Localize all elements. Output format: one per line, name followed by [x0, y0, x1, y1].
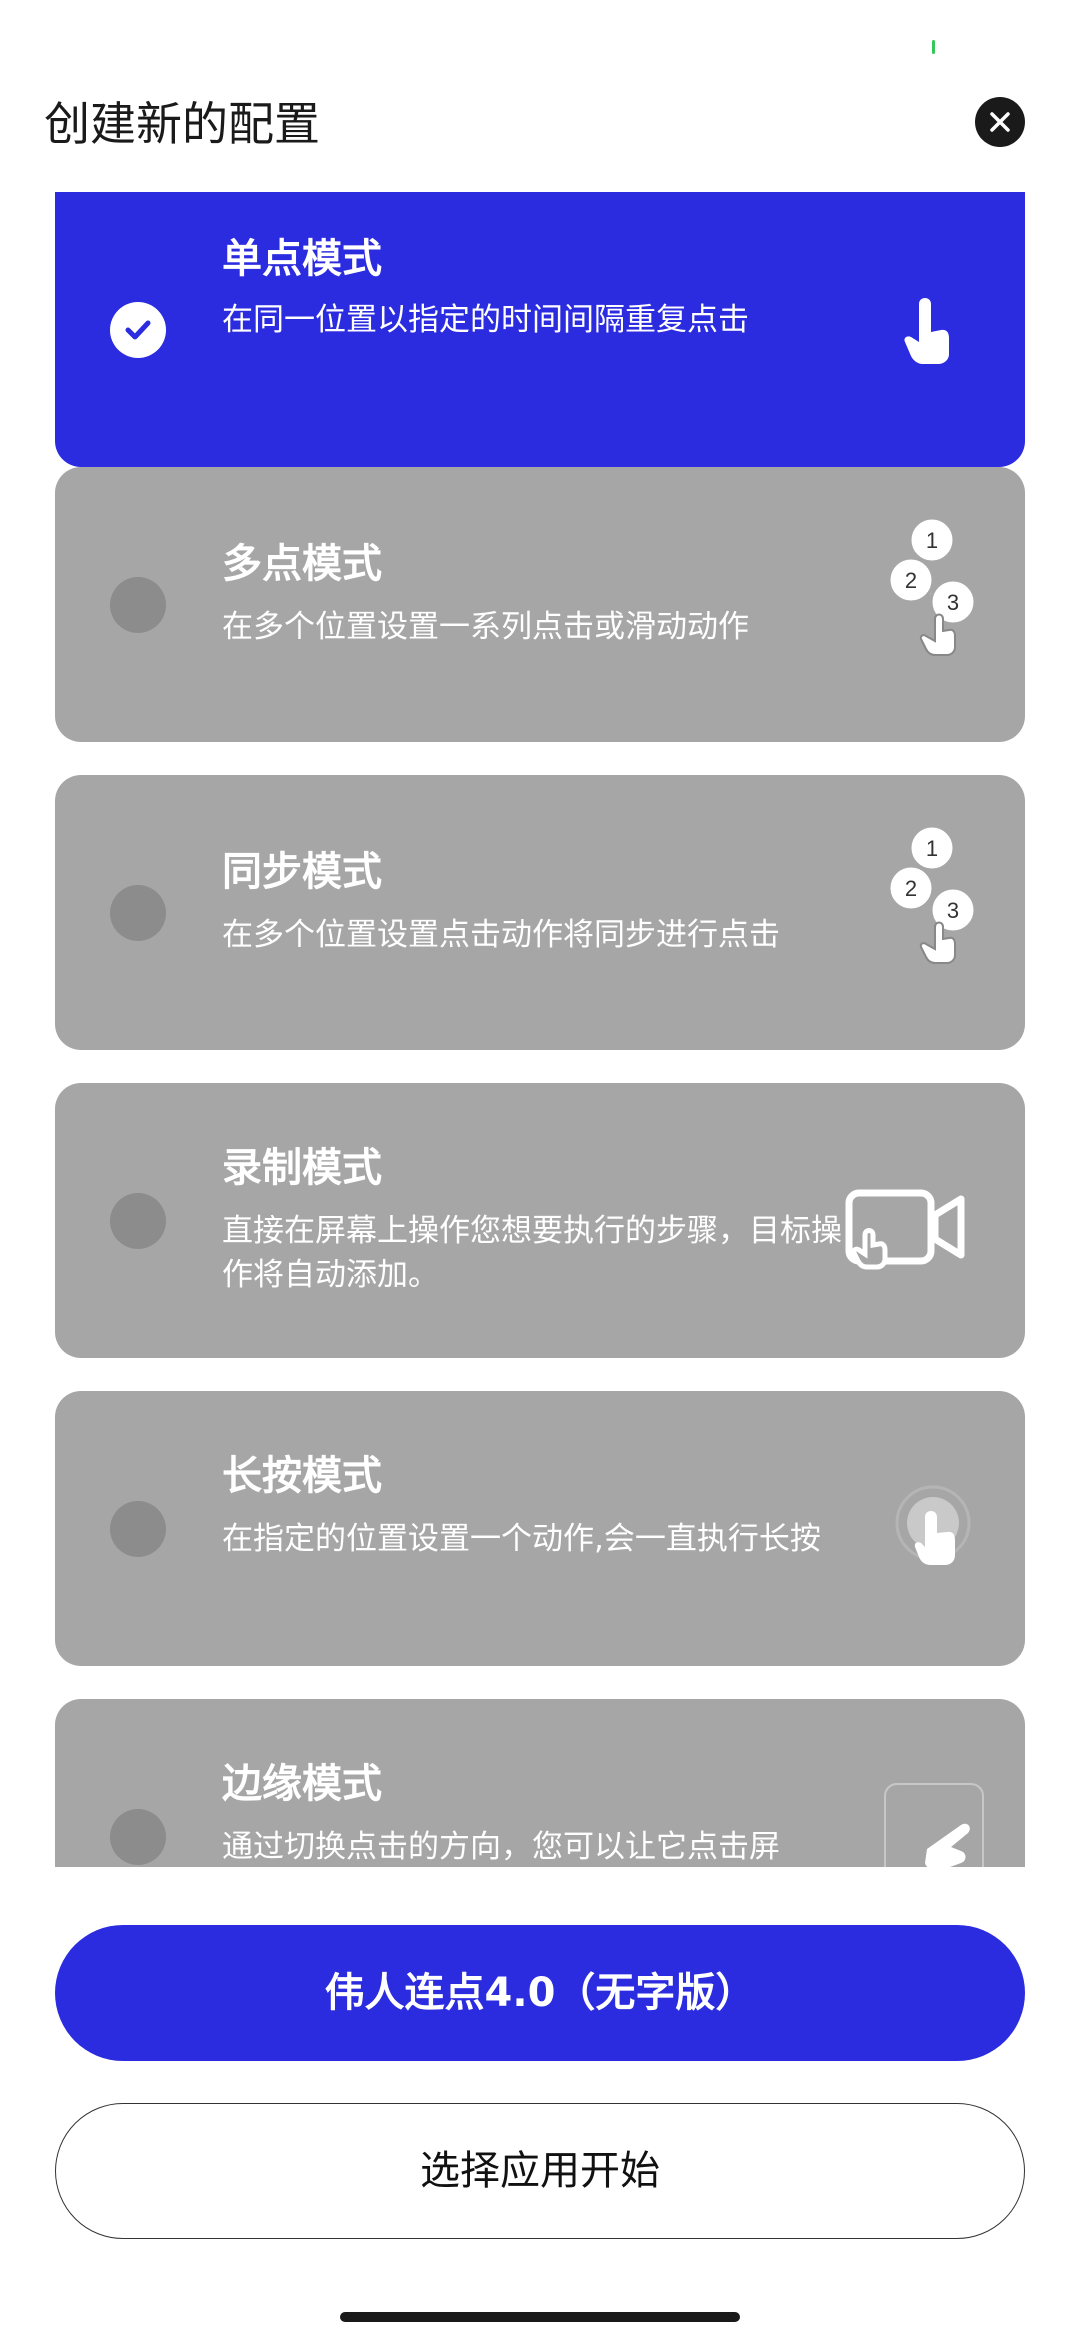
svg-text:2: 2 [905, 568, 917, 593]
multi-tap-icon: 1 2 3 [887, 516, 977, 656]
primary-action-button[interactable]: 伟人连点4.0（无字版） [55, 1925, 1025, 2061]
mode-description: 在多个位置设置点击动作将同步进行点击 [222, 917, 780, 953]
mode-title: 同步模式 [222, 849, 382, 895]
mode-title: 长按模式 [222, 1453, 382, 1499]
mode-description: 在同一位置以指定的时间间隔重复点击 [222, 302, 749, 338]
mode-description: 直接在屏幕上操作您想要执行的步骤，目标操作将自动添加。 [222, 1213, 842, 1293]
svg-text:2: 2 [905, 876, 917, 901]
radio-unselected[interactable] [110, 1193, 166, 1249]
svg-text:3: 3 [947, 590, 959, 615]
mode-card-sync[interactable]: 同步模式 在多个位置设置点击动作将同步进行点击 1 2 3 [55, 775, 1025, 1050]
close-icon [990, 112, 1010, 132]
mode-card-edge[interactable]: 边缘模式 通过切换点击的方向，您可以让它点击屏 [55, 1699, 1025, 1867]
radio-unselected[interactable] [110, 577, 166, 633]
mode-card-record[interactable]: 录制模式 直接在屏幕上操作您想要执行的步骤，目标操作将自动添加。 [55, 1083, 1025, 1358]
mode-title: 边缘模式 [222, 1761, 382, 1807]
sync-tap-icon: 1 2 3 [887, 824, 977, 964]
mode-title: 单点模式 [222, 236, 382, 282]
choose-app-button[interactable]: 选择应用开始 [55, 2103, 1025, 2239]
home-indicator[interactable] [340, 2312, 740, 2322]
mode-description: 在指定的位置设置一个动作,会一直执行长按 [222, 1521, 821, 1557]
radio-unselected[interactable] [110, 885, 166, 941]
page-title: 创建新的配置 [44, 97, 320, 151]
mode-card-single[interactable]: 单点模式 在同一位置以指定的时间间隔重复点击 [55, 192, 1025, 467]
single-tap-icon [904, 298, 949, 364]
mode-card-long-press[interactable]: 长按模式 在指定的位置设置一个动作,会一直执行长按 [55, 1391, 1025, 1666]
record-icon [845, 1189, 965, 1270]
edge-tap-icon [884, 1783, 984, 1867]
mode-title: 多点模式 [222, 541, 382, 587]
status-indicator [932, 40, 935, 54]
checkmark-icon [125, 320, 151, 340]
radio-unselected[interactable] [110, 1501, 166, 1557]
radio-selected[interactable] [110, 302, 166, 358]
mode-description: 在多个位置设置一系列点击或滑动动作 [222, 609, 749, 645]
svg-text:3: 3 [947, 898, 959, 923]
radio-unselected[interactable] [110, 1809, 166, 1865]
long-press-icon [895, 1485, 971, 1565]
mode-title: 录制模式 [222, 1145, 382, 1191]
mode-list[interactable]: 单点模式 在同一位置以指定的时间间隔重复点击 多点模式 在多个位置设置一系列点击… [0, 192, 1080, 1867]
svg-text:1: 1 [926, 528, 938, 553]
mode-description: 通过切换点击的方向，您可以让它点击屏 [222, 1829, 780, 1865]
mode-card-multi[interactable]: 多点模式 在多个位置设置一系列点击或滑动动作 1 2 3 [55, 467, 1025, 742]
svg-text:1: 1 [926, 836, 938, 861]
close-button[interactable] [975, 97, 1025, 147]
